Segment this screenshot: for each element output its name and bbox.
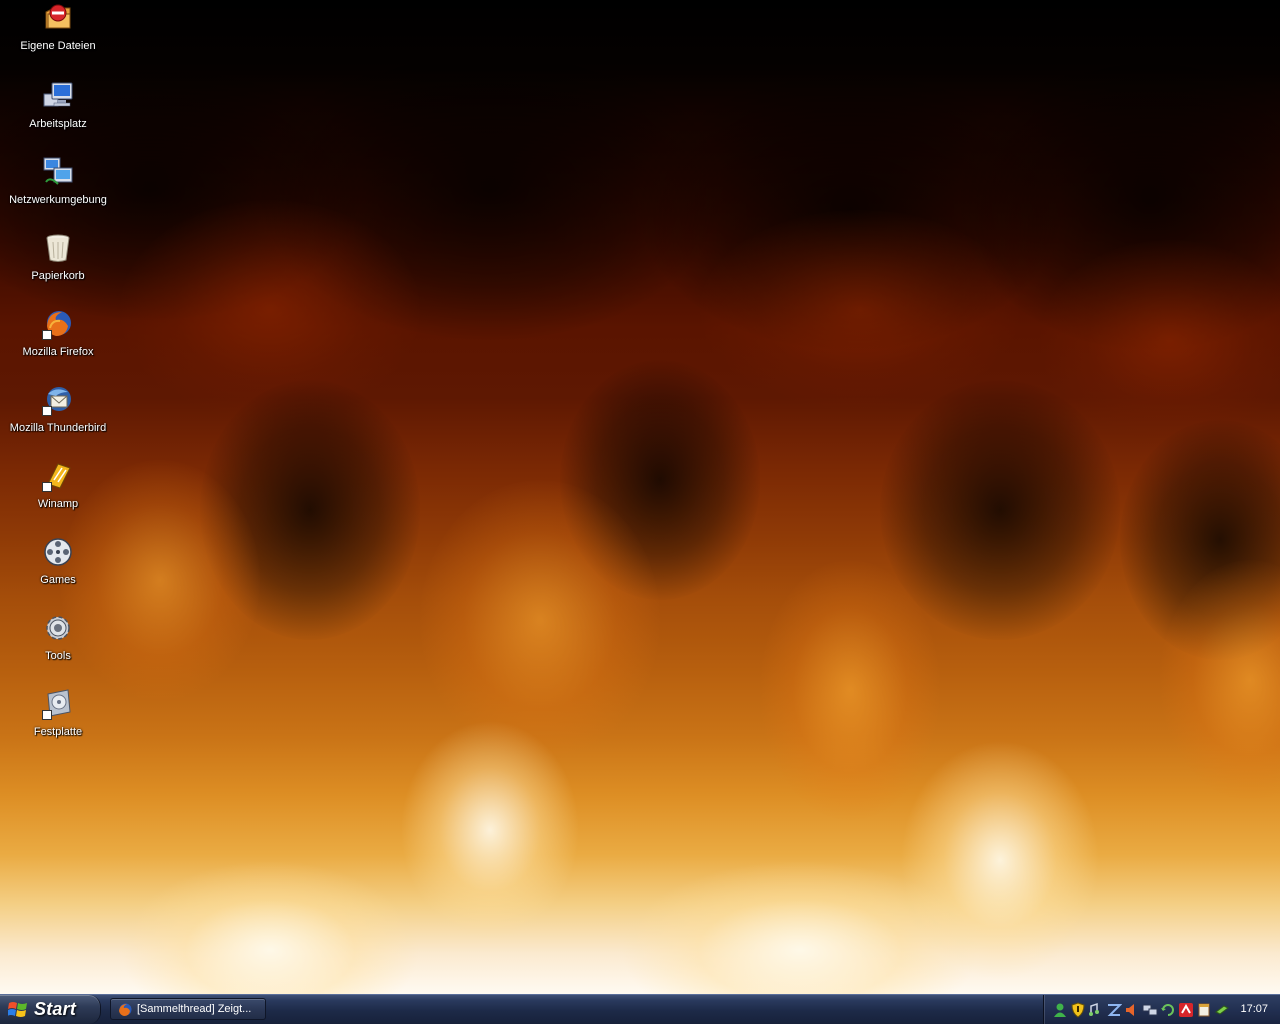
games-film-reel-icon bbox=[44, 538, 72, 566]
desktop-icon-firefox[interactable]: Mozilla Firefox bbox=[0, 308, 116, 380]
recycle-bin-icon bbox=[46, 234, 70, 262]
shortcut-arrow-icon bbox=[42, 482, 52, 492]
shortcut-arrow-icon bbox=[42, 330, 52, 340]
wallpaper-flame-shape bbox=[120, 860, 420, 994]
desktop-icon-label: Papierkorb bbox=[31, 270, 85, 282]
security-shield-icon[interactable] bbox=[1070, 1002, 1086, 1018]
desktop-icon-label: Eigene Dateien bbox=[20, 40, 96, 52]
desktop-icon-label: Tools bbox=[45, 650, 71, 662]
desktop-icon-label: Mozilla Firefox bbox=[22, 346, 94, 358]
update-icon[interactable] bbox=[1160, 1002, 1176, 1018]
speaker-icon[interactable] bbox=[1124, 1002, 1140, 1018]
taskbar: Start [Sammelthread] Zeigt... 17:07 bbox=[0, 994, 1280, 1024]
desktop-icon-tools[interactable]: Tools bbox=[0, 612, 116, 684]
wallpaper-flame-shape bbox=[760, 560, 940, 820]
desktop-wallpaper[interactable] bbox=[0, 0, 1280, 994]
desktop-icon-label: Festplatte bbox=[33, 726, 83, 738]
desktop-icon-hard-drive[interactable]: Festplatte bbox=[0, 688, 116, 760]
start-button[interactable]: Start bbox=[0, 995, 101, 1024]
desktop-icon-label: Arbeitsplatz bbox=[29, 118, 87, 130]
my-documents-icon bbox=[45, 4, 71, 29]
app-z-icon[interactable] bbox=[1106, 1002, 1122, 1018]
windows-logo-icon bbox=[8, 1002, 27, 1017]
antivirus-umbrella-icon[interactable] bbox=[1178, 1002, 1194, 1018]
shortcut-arrow-icon bbox=[42, 710, 52, 720]
desktop-icon-label: Winamp bbox=[37, 498, 79, 510]
desktop-icon-label: Games bbox=[40, 574, 76, 586]
shortcut-arrow-icon bbox=[42, 406, 52, 416]
battery-icon[interactable] bbox=[1214, 1002, 1230, 1018]
desktop-icon-network-places[interactable]: Netzwerkumgebung bbox=[0, 156, 116, 228]
audio-icon[interactable] bbox=[1088, 1002, 1104, 1018]
user-status-icon[interactable] bbox=[1052, 1002, 1068, 1018]
desktop-icon-thunderbird[interactable]: Mozilla Thunderbird bbox=[0, 384, 116, 456]
wallpaper-flame-shape bbox=[700, 210, 1020, 410]
desktop-icon-my-computer[interactable]: Arbeitsplatz bbox=[0, 80, 116, 152]
tools-gear-icon bbox=[46, 616, 70, 640]
network-icon[interactable] bbox=[1142, 1002, 1158, 1018]
desktop-icon-recycle-bin[interactable]: Papierkorb bbox=[0, 232, 116, 304]
desktop-icon-my-documents[interactable]: Eigene Dateien bbox=[0, 2, 116, 74]
wallpaper-flame-shape bbox=[400, 720, 580, 940]
wallpaper-flame-shape bbox=[120, 200, 420, 420]
taskbar-button-label: [Sammelthread] Zeigt... bbox=[137, 1003, 252, 1015]
start-label: Start bbox=[34, 999, 77, 1019]
taskbar-button-firefox[interactable]: [Sammelthread] Zeigt... bbox=[110, 998, 266, 1020]
taskbar-clock[interactable]: 17:07 bbox=[1240, 1003, 1268, 1015]
firefox-icon bbox=[119, 1003, 132, 1016]
desktop-icon-label: Mozilla Thunderbird bbox=[9, 422, 107, 434]
my-computer-icon bbox=[43, 82, 73, 107]
desktop-icon-label: Netzwerkumgebung bbox=[9, 194, 107, 206]
notepad-icon[interactable] bbox=[1196, 1002, 1212, 1018]
desktop-icon-winamp[interactable]: Winamp bbox=[0, 460, 116, 532]
network-places-icon bbox=[43, 157, 73, 185]
system-tray: 17:07 bbox=[1043, 995, 1280, 1024]
wallpaper-flame-shape bbox=[420, 480, 660, 760]
desktop-icon-games[interactable]: Games bbox=[0, 536, 116, 608]
